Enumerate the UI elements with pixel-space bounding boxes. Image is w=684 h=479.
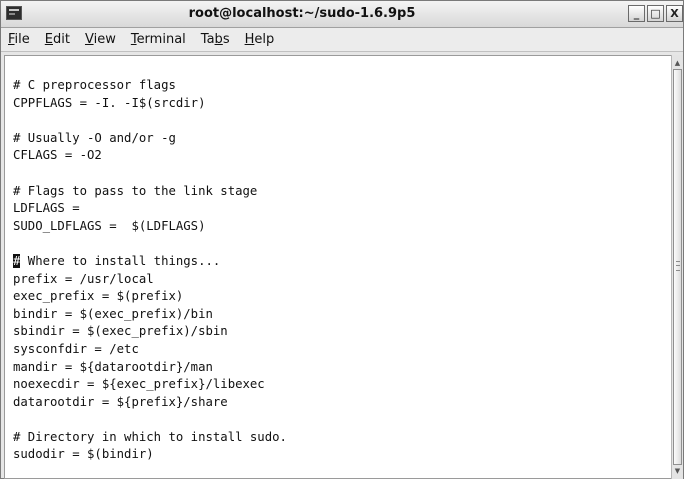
terminal-line: noexecdir = ${exec_prefix}/libexec: [13, 377, 265, 392]
menu-edit-label: dit: [53, 32, 70, 47]
menu-help[interactable]: Help: [244, 30, 276, 49]
terminal-line: # Flags to pass to the link stage: [13, 183, 258, 198]
scroll-up-arrow-icon[interactable]: ▲: [672, 57, 683, 69]
menu-edit[interactable]: Edit: [44, 30, 71, 49]
terminal-line: LDFLAGS =: [13, 201, 80, 216]
menu-view[interactable]: View: [84, 30, 117, 49]
terminal-window: root@localhost:~/sudo-1.6.9p5 _ □ X File…: [0, 0, 684, 479]
terminal-line: # Usually -O and/or -g: [13, 130, 176, 145]
menu-view-mnemonic: V: [84, 32, 94, 47]
terminal-line: mandir = ${datarootdir}/man: [13, 359, 213, 374]
menu-file-label: ile: [14, 32, 30, 47]
minimize-button[interactable]: _: [628, 5, 645, 22]
terminal-line: CFLAGS = -O2: [13, 148, 102, 163]
menu-file[interactable]: File: [7, 30, 31, 49]
vertical-scrollbar[interactable]: ▲ ▼: [671, 55, 683, 479]
terminal-line-text: Where to install things...: [20, 253, 221, 268]
terminal-output[interactable]: # C preprocessor flags CPPFLAGS = -I. -I$…: [4, 55, 672, 479]
menu-tabs-label-end: s: [222, 32, 230, 47]
terminal-line: sysconfdir = /etc: [13, 341, 139, 356]
menu-tabs-label-start: Ta: [200, 32, 215, 47]
terminal-line: bindir = $(exec_prefix)/bin: [13, 306, 213, 321]
terminal-lines: # C preprocessor flags CPPFLAGS = -I. -I$…: [13, 77, 287, 464]
terminal-line: CPPFLAGS = -I. -I$(srcdir): [13, 95, 206, 110]
menu-tabs-mnemonic: b: [214, 32, 223, 47]
scroll-down-arrow-icon[interactable]: ▼: [672, 465, 683, 477]
menu-tabs[interactable]: Tabs: [200, 30, 231, 49]
title-bar[interactable]: root@localhost:~/sudo-1.6.9p5 _ □ X: [1, 1, 683, 28]
terminal-line: exec_prefix = $(prefix): [13, 289, 184, 304]
terminal-line: sbindir = $(exec_prefix)/sbin: [13, 324, 228, 339]
window-controls: _ □ X: [628, 5, 683, 22]
close-button[interactable]: X: [666, 5, 683, 22]
scrollbar-grip-icon: [676, 261, 680, 271]
terminal-line: prefix = /usr/local: [13, 271, 154, 286]
maximize-button[interactable]: □: [647, 5, 664, 22]
scrollbar-thumb[interactable]: [673, 69, 682, 465]
menu-edit-mnemonic: E: [44, 32, 53, 47]
terminal-line: datarootdir = ${prefix}/share: [13, 394, 228, 409]
terminal-line: # Where to install things...: [13, 253, 287, 271]
terminal-line: sudodir = $(bindir): [13, 447, 154, 462]
window-title: root@localhost:~/sudo-1.6.9p5: [188, 6, 416, 21]
menu-terminal[interactable]: Terminal: [130, 30, 187, 49]
menu-view-label: iew: [93, 32, 116, 47]
menu-help-label: elp: [254, 32, 275, 47]
terminal-line: SUDO_LDFLAGS = $(LDFLAGS): [13, 218, 206, 233]
terminal-line: # Directory in which to install sudo.: [13, 429, 287, 444]
menu-terminal-label: erminal: [136, 32, 186, 47]
terminal-line: # C preprocessor flags: [13, 78, 176, 92]
menu-help-mnemonic: H: [244, 32, 255, 47]
menu-bar: File Edit View Terminal Tabs Help: [1, 28, 683, 52]
